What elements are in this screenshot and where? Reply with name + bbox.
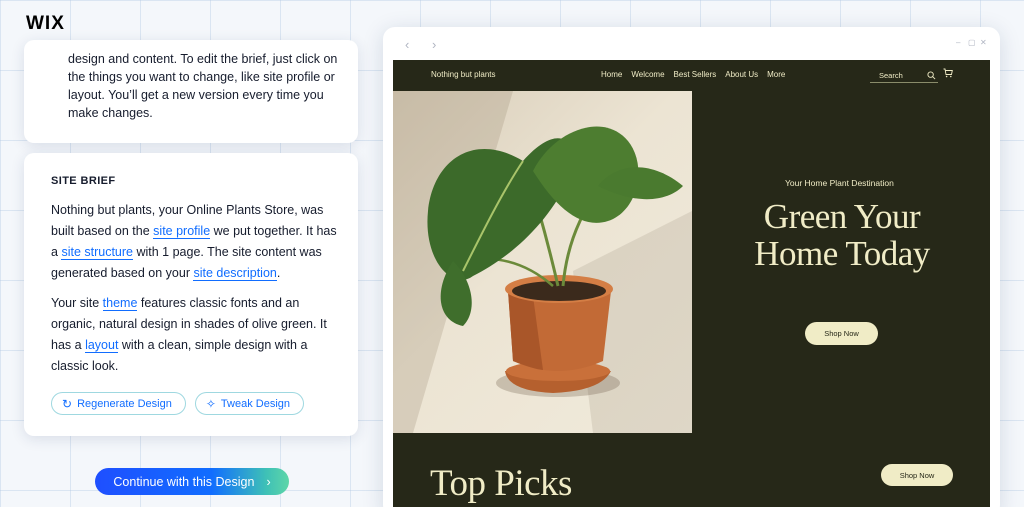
regenerate-design-button[interactable]: ↻ Regenerate Design	[51, 392, 186, 415]
regenerate-label: Regenerate Design	[77, 397, 172, 410]
site-search-input[interactable]: Search	[870, 68, 938, 83]
site-nav-welcome[interactable]: Welcome	[631, 70, 664, 79]
tweak-design-button[interactable]: ✧ Tweak Design	[194, 392, 305, 415]
top-picks-title: Top Picks	[430, 463, 572, 504]
theme-link[interactable]: theme	[102, 296, 138, 311]
site-description-link[interactable]: site description	[193, 266, 277, 281]
hero-tagline: Your Home Plant Destination	[785, 178, 894, 188]
search-icon	[927, 70, 936, 79]
refresh-icon: ↻	[62, 396, 73, 411]
site-search-placeholder: Search	[879, 70, 903, 80]
minimize-icon[interactable]: –	[956, 38, 960, 47]
back-arrow-icon[interactable]: ‹	[405, 37, 409, 52]
site-brief-title: SITE BRIEF	[51, 175, 116, 187]
brief-text: .	[276, 266, 281, 280]
site-nav-more[interactable]: More	[767, 70, 785, 79]
site-nav-best-sellers[interactable]: Best Sellers	[674, 70, 717, 79]
hero-title-line-2: Home Today	[754, 234, 930, 273]
intro-text: design and content. To edit the brief, j…	[68, 52, 338, 120]
hero-plant-image	[393, 91, 692, 433]
site-brand-name[interactable]: Nothing but plants	[431, 70, 496, 79]
site-preview: Nothing but plants Home Welcome Best Sel…	[393, 60, 990, 507]
continue-label: Continue with this Design	[113, 474, 255, 489]
browser-preview-window: ‹ › – ▢ ✕ Nothing but plants Home Welcom…	[383, 27, 1000, 507]
magic-wand-icon: ✧	[205, 396, 216, 411]
top-picks-shop-now-button[interactable]: Shop Now	[881, 464, 953, 486]
forward-arrow-icon[interactable]: ›	[432, 37, 436, 52]
wix-logo: WIX	[26, 13, 65, 34]
site-profile-link[interactable]: site profile	[153, 224, 211, 239]
brief-text: Your site	[51, 296, 103, 310]
hero-title-line-1: Green Your	[763, 197, 921, 236]
site-brief-card: SITE BRIEF Nothing but plants, your Onli…	[24, 153, 358, 436]
site-navigation: Home Welcome Best Sellers About Us More	[601, 70, 785, 79]
site-nav-about-us[interactable]: About Us	[725, 70, 758, 79]
chevron-right-icon: ›	[266, 474, 271, 489]
brief-actions: ↻ Regenerate Design ✧ Tweak Design	[51, 392, 338, 415]
layout-link[interactable]: layout	[85, 338, 119, 353]
intro-card: design and content. To edit the brief, j…	[24, 40, 358, 143]
hero-title: Green Your Home Today	[733, 198, 951, 272]
cart-icon[interactable]	[943, 68, 953, 80]
continue-with-design-button[interactable]: Continue with this Design ›	[95, 468, 289, 495]
hero-shop-now-button[interactable]: Shop Now	[805, 322, 878, 345]
tweak-label: Tweak Design	[220, 397, 291, 410]
maximize-icon[interactable]: ▢	[968, 38, 976, 47]
site-nav-home[interactable]: Home	[601, 70, 622, 79]
close-icon[interactable]: ✕	[980, 38, 987, 47]
site-brief-paragraph-1: Nothing but plants, your Online Plants S…	[51, 200, 338, 284]
site-brief-paragraph-2: Your site theme features classic fonts a…	[51, 293, 338, 377]
site-structure-link[interactable]: site structure	[61, 245, 133, 260]
